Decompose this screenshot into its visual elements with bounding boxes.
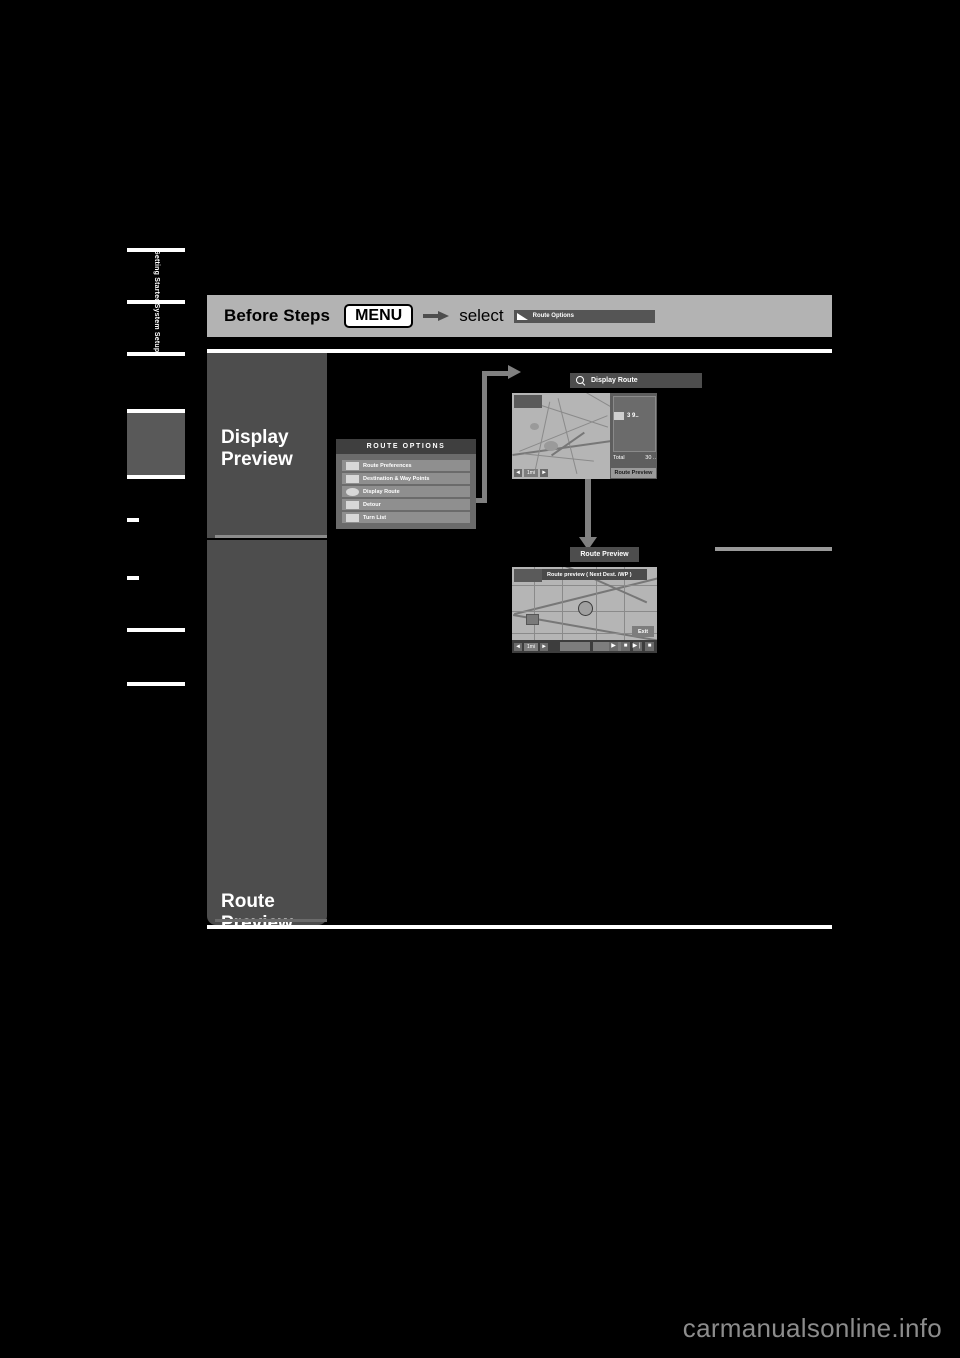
total-label: Total: [613, 455, 625, 461]
connector-v-2: [585, 477, 591, 539]
exit-button[interactable]: Exit: [632, 626, 654, 637]
header-title: Before Steps: [224, 306, 331, 325]
scale-label: 1mi: [524, 469, 539, 477]
callout-text: Route Preview: [580, 551, 629, 558]
tab-label-wrap: System Setup: [127, 304, 185, 352]
zoom-out-icon[interactable]: ◄: [514, 643, 522, 651]
before-steps-header: Before Steps MENU select Route Options: [207, 295, 832, 337]
select-word: select: [459, 306, 504, 325]
menu-item-turn-list[interactable]: Turn List: [342, 512, 470, 523]
flag-icon: [346, 474, 359, 483]
menu-title-bar: ROUTE OPTIONS: [336, 439, 476, 454]
zoom-out-icon[interactable]: ◄: [514, 469, 522, 477]
tab-marker-dash-2: [127, 576, 139, 580]
route-options-menu-screen[interactable]: ROUTE OPTIONS Route Preferences Destinat…: [336, 439, 476, 529]
vehicle-marker-icon: [578, 601, 593, 616]
content-frame: Display Preview Route Preview ROUTE OPTI…: [207, 349, 832, 934]
arrival-icon: [614, 412, 624, 420]
menu-item-label: Display Route: [363, 488, 400, 495]
side-tab-getting-started[interactable]: Getting Started: [127, 248, 185, 300]
display-route-screen[interactable]: ◄ 1mi ► 3 9.. Total 30 .. Route Preview: [512, 393, 657, 479]
connector-v-1: [482, 371, 487, 501]
map-scale-controls[interactable]: ◄ 1mi ►: [514, 643, 549, 651]
right-arrow-icon: [423, 311, 450, 321]
menu-key-button[interactable]: MENU: [344, 304, 414, 328]
tab-label-wrap: Getting Started: [127, 252, 185, 300]
section-panel-route-preview: Route Preview: [207, 540, 327, 934]
menu-item-label: Detour: [363, 501, 381, 508]
tab-marker-rule-1: [127, 628, 185, 632]
map-title: Route preview ( Next Dest. /WP ): [547, 571, 632, 578]
callout-text: Display Route: [591, 377, 638, 384]
section-heading: Display Preview: [221, 427, 293, 470]
route-preview-button[interactable]: Route Preview: [611, 468, 656, 478]
route-options-chip[interactable]: Route Options: [513, 309, 655, 323]
panel-divider: [215, 535, 327, 538]
tab-marker-rule-bottom: [127, 475, 185, 479]
side-tab-group: Getting Started System Setup: [127, 248, 185, 356]
route-icon: [346, 461, 359, 470]
menu-title: ROUTE OPTIONS: [366, 443, 446, 450]
map-scale-controls[interactable]: ◄ 1mi ►: [514, 469, 549, 477]
menu-item-label: Turn List: [363, 514, 387, 521]
map-title-bar: Route preview ( Next Dest. /WP ): [542, 569, 647, 580]
scale-label: 1mi: [524, 643, 539, 651]
tab-marker-active[interactable]: [127, 413, 185, 475]
total-row: Total 30 ..: [613, 455, 656, 461]
tab-marker-rule-2: [127, 682, 185, 686]
map-corner-button[interactable]: [514, 395, 542, 408]
side-tab-label: System Setup: [153, 304, 160, 352]
poi-marker-icon: [526, 614, 539, 625]
callout-display-route: Display Route: [570, 373, 702, 388]
route-info-panel: 3 9.. Total 30 .. Route Preview: [610, 393, 657, 479]
route-icon: [516, 312, 529, 321]
panel-divider-bottom: [215, 919, 327, 922]
menu-item-destination-way-points[interactable]: Destination & Way Points: [342, 473, 470, 484]
arrival-value: 3 9..: [627, 413, 639, 419]
total-value: 30 ..: [645, 455, 656, 461]
route-preview-button-label: Route Preview: [614, 470, 653, 476]
route-preview-screen[interactable]: Route preview ( Next Dest. /WP ) Exit ◄ …: [512, 567, 657, 653]
callout-route-preview: Route Preview: [570, 547, 639, 562]
play-icon[interactable]: ▶: [609, 642, 618, 651]
right-side-rule: [715, 547, 832, 551]
connector-arrowhead-right: [508, 365, 521, 379]
section-heading: Route Preview: [221, 891, 293, 934]
watermark: carmanualsonline.info: [682, 1313, 942, 1343]
section-panel-display-preview: Display Preview: [207, 353, 327, 538]
side-tab-system-setup[interactable]: System Setup: [127, 300, 185, 356]
stop-icon[interactable]: ■: [621, 642, 630, 651]
magnifier-icon: [576, 375, 586, 386]
exit-button-label: Exit: [637, 628, 649, 635]
map-canvas[interactable]: Route preview ( Next Dest. /WP ) Exit ◄ …: [512, 567, 657, 653]
menu-item-label: Destination & Way Points: [363, 475, 430, 482]
arrival-row: 3 9..: [614, 412, 639, 420]
menu-item-display-route[interactable]: Display Route: [342, 486, 470, 497]
side-tab-label: Getting Started: [153, 252, 160, 300]
menu-item-label: Route Preferences: [363, 462, 412, 469]
chip-label: Route Options: [532, 313, 574, 319]
skip-icon[interactable]: ▶❘: [633, 642, 642, 651]
manual-page: Getting Started System Setup Before Step…: [0, 0, 960, 1358]
list-icon: [346, 513, 359, 522]
magnifier-icon: [346, 487, 359, 496]
tab-rule: [127, 352, 185, 356]
stop2-icon[interactable]: ■: [645, 642, 654, 651]
zoom-in-icon[interactable]: ►: [540, 469, 549, 477]
playback-controls[interactable]: ▶ ■ ▶❘ ■: [609, 642, 654, 651]
info-box: [613, 396, 656, 452]
tab-marker-dash-1: [127, 518, 139, 522]
map-corner-button[interactable]: [514, 569, 542, 582]
menu-item-route-preferences[interactable]: Route Preferences: [342, 460, 470, 471]
menu-item-detour[interactable]: Detour: [342, 499, 470, 510]
zoom-in-icon[interactable]: ►: [540, 643, 549, 651]
connector-h-2: [482, 371, 510, 376]
toolbar-button-1[interactable]: [560, 642, 590, 651]
detour-icon: [346, 500, 359, 509]
frame-bottom-rule: [207, 925, 832, 929]
